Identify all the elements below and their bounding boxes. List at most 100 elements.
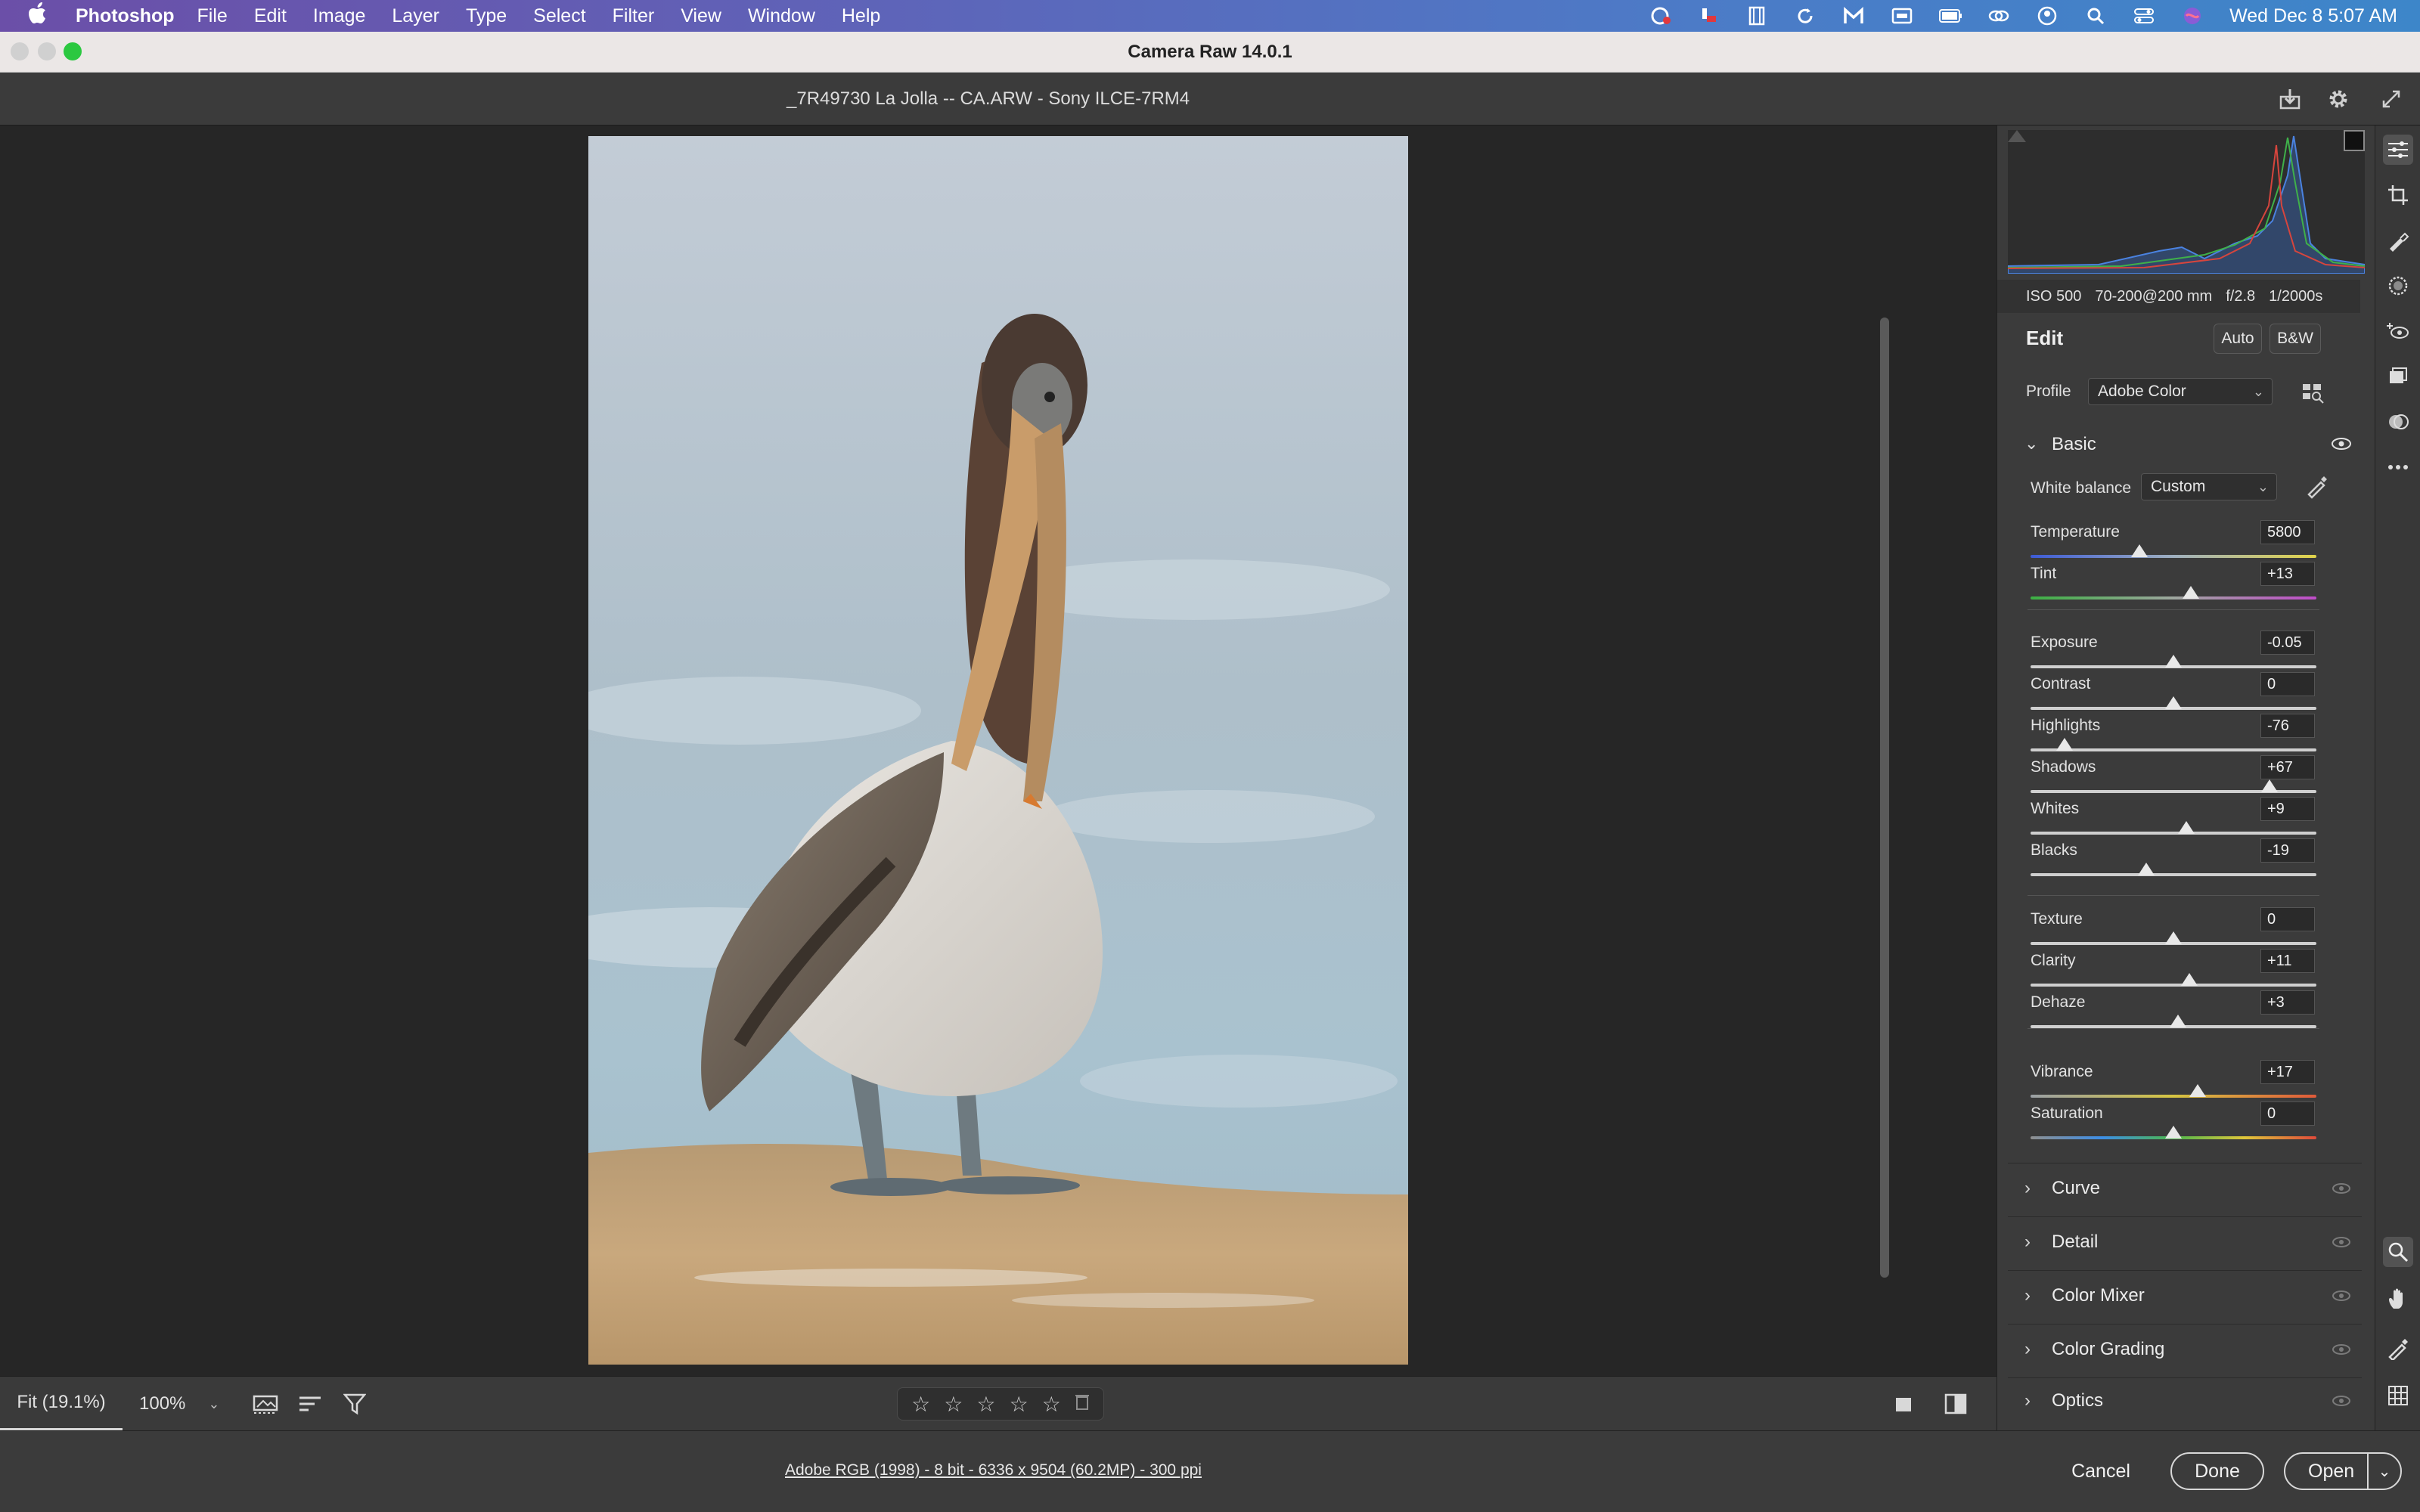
fullscreen-icon[interactable] [2376, 84, 2406, 114]
star-icon[interactable]: ☆ [1042, 1392, 1061, 1417]
menu-file[interactable]: File [197, 5, 228, 27]
contrast-slider-thumb[interactable] [2165, 696, 2182, 709]
panel-scrollbar[interactable] [1880, 318, 1889, 1278]
menu-clock[interactable]: Wed Dec 8 5:07 AM [2229, 5, 2397, 27]
eyedropper-icon[interactable] [2304, 473, 2330, 499]
star-icon[interactable]: ☆ [911, 1392, 930, 1417]
clarity-slider[interactable] [2031, 984, 2316, 987]
menu-select[interactable]: Select [533, 5, 585, 27]
temperature-slider-thumb[interactable] [2130, 544, 2148, 557]
minimize-window-button[interactable] [38, 42, 56, 60]
whites-slider[interactable] [2031, 832, 2316, 835]
contrast-value-input[interactable]: 0 [2260, 672, 2315, 696]
clarity-slider-thumb[interactable] [2180, 973, 2198, 986]
highlights-value-input[interactable]: -76 [2260, 714, 2315, 738]
battery-icon[interactable] [1939, 5, 1962, 26]
masking-icon[interactable] [2383, 271, 2413, 301]
filmstrip-icon[interactable] [253, 1377, 283, 1431]
chevron-down-icon[interactable]: ⌄ [2367, 1454, 2400, 1489]
exposure-value-input[interactable]: -0.05 [2260, 631, 2315, 655]
tint-slider[interactable] [2031, 596, 2316, 600]
before-after-icon[interactable] [1944, 1377, 1974, 1431]
done-button[interactable]: Done [2170, 1452, 2264, 1490]
user-icon[interactable] [2036, 5, 2059, 26]
siri-icon[interactable] [2181, 5, 2204, 26]
photo-preview[interactable] [588, 136, 1408, 1365]
section-optics[interactable]: › Optics [2008, 1377, 2362, 1423]
vibrance-value-input[interactable]: +17 [2260, 1060, 2315, 1084]
tint-slider-thumb[interactable] [2182, 586, 2199, 599]
zoom-window-button[interactable] [64, 42, 82, 60]
temperature-value-input[interactable]: 5800 [2260, 520, 2315, 544]
grid-overlay-icon[interactable] [2383, 1380, 2413, 1411]
edit-sliders-icon[interactable] [2383, 135, 2413, 165]
blacks-value-input[interactable]: -19 [2260, 838, 2315, 863]
visibility-eye-icon[interactable] [2332, 1343, 2351, 1356]
white-balance-select[interactable]: Custom ⌄ [2141, 473, 2277, 500]
star-rating[interactable]: ☆ ☆ ☆ ☆ ☆ [897, 1387, 1104, 1421]
section-color-mixer[interactable]: › Color Mixer [2008, 1270, 2362, 1320]
shadows-value-input[interactable]: +67 [2260, 755, 2315, 779]
single-view-icon[interactable] [1894, 1377, 1921, 1431]
apple-menu-icon[interactable] [0, 2, 76, 30]
image-canvas[interactable] [0, 125, 1996, 1376]
blacks-slider-thumb[interactable] [2138, 863, 2155, 875]
visibility-eye-icon[interactable] [2332, 437, 2351, 454]
control-center-icon[interactable] [2133, 5, 2155, 26]
workflow-options-link[interactable]: Adobe RGB (1998) - 8 bit - 6336 x 9504 (… [785, 1461, 1202, 1479]
creative-cloud-icon[interactable] [1649, 5, 1671, 26]
refresh-icon[interactable] [1794, 5, 1817, 26]
star-icon[interactable]: ☆ [1010, 1392, 1028, 1417]
clarity-value-input[interactable]: +11 [2260, 949, 2315, 973]
menu-edit[interactable]: Edit [254, 5, 287, 27]
snapshots-icon[interactable] [2383, 361, 2413, 392]
profile-select[interactable]: Adobe Color ⌄ [2088, 378, 2273, 405]
zoom-tool-icon[interactable] [2383, 1237, 2413, 1267]
menu-filter[interactable]: Filter [613, 5, 655, 27]
visibility-eye-icon[interactable] [2332, 1290, 2351, 1302]
scrollbar-thumb[interactable] [1880, 318, 1889, 1278]
highlight-clipping-icon[interactable] [2344, 130, 2365, 151]
save-image-icon[interactable] [2275, 84, 2305, 114]
visibility-eye-icon[interactable] [2332, 1395, 2351, 1407]
menu-type[interactable]: Type [466, 5, 507, 27]
highlights-slider[interactable] [2031, 748, 2316, 751]
profile-browser-icon[interactable] [2300, 380, 2325, 405]
crop-icon[interactable] [2383, 180, 2413, 210]
app-menu-photoshop[interactable]: Photoshop [76, 5, 175, 27]
saturation-value-input[interactable]: 0 [2260, 1101, 2315, 1126]
dehaze-value-input[interactable]: +3 [2260, 990, 2315, 1015]
star-icon[interactable]: ☆ [944, 1392, 963, 1417]
tint-value-input[interactable]: +13 [2260, 562, 2315, 586]
display-icon[interactable] [1891, 5, 1913, 26]
exposure-slider-thumb[interactable] [2165, 655, 2182, 668]
menu-window[interactable]: Window [748, 5, 815, 27]
film-icon[interactable] [1745, 5, 1768, 26]
temperature-slider[interactable] [2031, 555, 2316, 558]
section-detail[interactable]: › Detail [2008, 1216, 2362, 1266]
close-window-button[interactable] [11, 42, 29, 60]
highlights-slider-thumb[interactable] [2056, 738, 2074, 751]
trash-icon[interactable] [1075, 1393, 1090, 1415]
shadow-clipping-icon[interactable] [2008, 130, 2026, 142]
shadows-slider-thumb[interactable] [2260, 779, 2278, 792]
section-curve[interactable]: › Curve [2008, 1163, 2362, 1213]
more-options-icon[interactable] [2383, 452, 2413, 482]
vibrance-slider[interactable] [2031, 1095, 2316, 1098]
sort-icon[interactable] [298, 1377, 328, 1431]
red-eye-icon[interactable] [2383, 316, 2413, 346]
star-icon[interactable]: ☆ [976, 1392, 995, 1417]
zoom-level-select[interactable]: 100% ⌄ [139, 1377, 219, 1431]
texture-slider-thumb[interactable] [2165, 931, 2182, 944]
menu-view[interactable]: View [681, 5, 721, 27]
menu-layer[interactable]: Layer [392, 5, 439, 27]
blacks-slider[interactable] [2031, 873, 2316, 876]
visibility-eye-icon[interactable] [2332, 1182, 2351, 1194]
vibrance-slider-thumb[interactable] [2189, 1084, 2207, 1097]
link-icon[interactable] [1987, 5, 2010, 26]
color-sampler-icon[interactable] [2383, 1334, 2413, 1364]
whites-slider-thumb[interactable] [2178, 821, 2195, 834]
visibility-eye-icon[interactable] [2332, 1236, 2351, 1248]
whites-value-input[interactable]: +9 [2260, 797, 2315, 821]
section-color-grading[interactable]: › Color Grading [2008, 1324, 2362, 1374]
